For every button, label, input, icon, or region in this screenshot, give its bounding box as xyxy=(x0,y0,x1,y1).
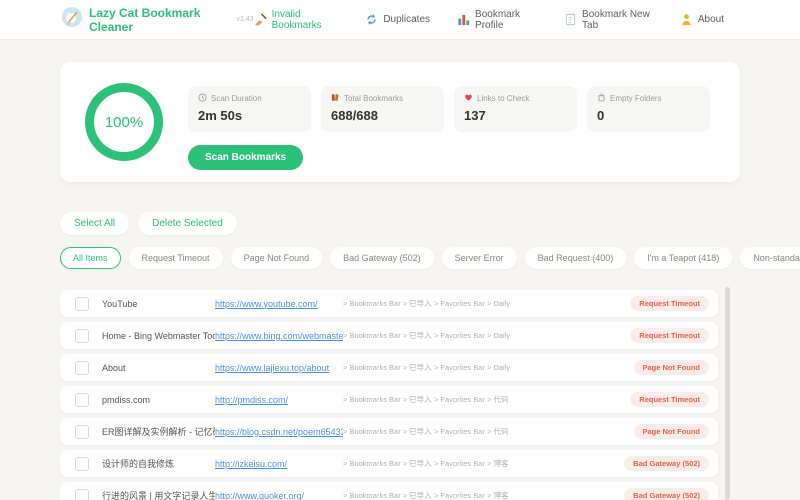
bookmark-url-link[interactable]: https://www.youtube.com/ xyxy=(215,299,343,309)
row-checkbox[interactable] xyxy=(75,424,89,439)
stat-links-to-check: Links to Check 137 xyxy=(454,86,577,132)
bulk-actions: Select All Delete Selected xyxy=(60,212,800,235)
delete-selected-button[interactable]: Delete Selected xyxy=(138,212,237,235)
scan-summary-card: 100% Scan Duration 2m 50s Total Bookmark… xyxy=(60,62,740,182)
bookmark-url-link[interactable]: https://www.bing.com/webmaster... xyxy=(215,331,343,341)
nav-label: Bookmark Profile xyxy=(475,8,521,31)
new-tab-icon xyxy=(564,13,577,26)
list-scrollbar[interactable] xyxy=(725,287,730,500)
filter-non-standard-error[interactable]: Non-standard Error (468) xyxy=(740,247,800,269)
bookmark-path: > Bookmarks Bar > 已导入 > Favorites Bar > … xyxy=(343,459,509,468)
status-badge: Request Timeout xyxy=(630,392,709,407)
filter-chips: All Items Request Timeout Page Not Found… xyxy=(60,247,800,269)
bookmark-title: 设计师的自我修炼 xyxy=(102,459,175,469)
nav-about[interactable]: About xyxy=(680,13,724,26)
stat-empty-folders: Empty Folders 0 xyxy=(587,86,710,132)
row-checkbox[interactable] xyxy=(75,328,89,343)
bookmark-path: > Bookmarks Bar > 已导入 > Favorites Bar > … xyxy=(343,363,511,372)
bookmark-path: > Bookmarks Bar > 已导入 > Favorites Bar > … xyxy=(343,299,511,308)
bookmark-list: YouTube https://www.youtube.com/ > Bookm… xyxy=(60,290,718,500)
stat-label: Total Bookmarks xyxy=(344,94,404,103)
scan-bookmarks-button[interactable]: Scan Bookmarks xyxy=(188,145,304,170)
nav-label: Bookmark New Tab xyxy=(582,8,650,31)
stat-label: Scan Duration xyxy=(211,94,262,103)
bookmark-row: About https://www.lajiexu.top/about > Bo… xyxy=(60,354,718,381)
nav-duplicates[interactable]: Duplicates xyxy=(365,13,430,26)
bookmark-row: 设计师的自我修炼 http://izkeisu.com/ > Bookmarks… xyxy=(60,450,718,477)
filter-bad-gateway[interactable]: Bad Gateway (502) xyxy=(330,247,434,269)
stat-value: 2m 50s xyxy=(198,108,243,123)
broom-icon xyxy=(254,13,267,26)
duplicates-icon xyxy=(365,13,378,26)
top-nav: Invalid Bookmarks Duplicates Bookmark Pr… xyxy=(254,9,724,31)
filter-teapot[interactable]: I'm a Teapot (418) xyxy=(634,247,733,269)
stat-label: Empty Folders xyxy=(610,94,662,103)
filter-all-items[interactable]: All Items xyxy=(60,247,121,269)
bookmark-title: pmdiss.com xyxy=(102,394,151,405)
nav-bookmark-new-tab[interactable]: Bookmark New Tab xyxy=(564,9,653,31)
row-checkbox[interactable] xyxy=(75,392,89,407)
row-checkbox[interactable] xyxy=(75,456,89,471)
stat-total-bookmarks: Total Bookmarks 688/688 xyxy=(321,86,444,132)
bookmark-url-link[interactable]: https://blog.csdn.net/poem654321... xyxy=(215,427,343,437)
bookmark-row: Home - Bing Webmaster Tools https://www.… xyxy=(60,322,718,349)
bookmark-title: YouTube xyxy=(102,298,138,309)
bookmark-row: ER图详解及实例解析 - 记忆碎片的... https://blog.csdn.… xyxy=(60,418,718,445)
nav-invalid-bookmarks[interactable]: Invalid Bookmarks xyxy=(254,9,339,31)
bookmark-row: 行进的风景 | 用文字记录人生的风景 http://www.quoker.org… xyxy=(60,482,718,500)
bookmark-url-link[interactable]: http://izkeisu.com/ xyxy=(215,459,343,469)
status-badge: Bad Gateway (502) xyxy=(624,488,709,500)
status-badge: Request Timeout xyxy=(630,296,709,311)
app-version: v1.43 xyxy=(236,16,254,23)
app-title: Lazy Cat Bookmark Cleaner xyxy=(89,5,201,34)
stat-value: 137 xyxy=(464,108,486,123)
bookmark-path: > Bookmarks Bar > 已导入 > Favorites Bar > … xyxy=(343,427,509,436)
heart-icon xyxy=(464,93,473,104)
bookmark-url-link[interactable]: https://www.lajiexu.top/about xyxy=(215,363,343,373)
trash-icon xyxy=(597,93,606,104)
bookmark-row: pmdiss.com http://pmdiss.com/ > Bookmark… xyxy=(60,386,718,413)
nav-label: Duplicates xyxy=(383,14,431,25)
bookmark-url-link[interactable]: http://pmdiss.com/ xyxy=(215,395,343,405)
status-badge: Request Timeout xyxy=(630,328,709,343)
brand: Lazy Cat Bookmark Cleaner v1.43 xyxy=(62,6,254,34)
select-all-button[interactable]: Select All xyxy=(60,212,130,235)
bookmark-path: > Bookmarks Bar > 已导入 > Favorites Bar > … xyxy=(343,331,511,340)
app-header: Lazy Cat Bookmark Cleaner v1.43 Invalid … xyxy=(0,0,800,40)
nav-label: About xyxy=(697,14,724,25)
progress-value: 100% xyxy=(104,113,144,131)
bookmark-title: About xyxy=(102,362,126,373)
row-checkbox[interactable] xyxy=(75,360,89,375)
books-icon xyxy=(331,93,340,104)
status-badge: Page Not Found xyxy=(633,360,709,375)
nav-bookmark-profile[interactable]: Bookmark Profile xyxy=(457,9,537,31)
nav-label: Invalid Bookmarks xyxy=(271,8,322,31)
stat-label: Links to Check xyxy=(477,94,530,103)
stat-value: 688/688 xyxy=(331,108,378,123)
person-icon xyxy=(680,13,693,26)
clock-icon xyxy=(198,93,207,104)
row-checkbox[interactable] xyxy=(75,488,89,500)
app-logo-icon xyxy=(62,7,82,32)
bookmark-title: Home - Bing Webmaster Tools xyxy=(102,330,215,341)
status-badge: Bad Gateway (502) xyxy=(624,456,709,471)
bar-chart-icon xyxy=(457,13,470,26)
stat-value: 0 xyxy=(597,108,605,123)
status-badge: Page Not Found xyxy=(633,424,709,439)
bookmark-url-link[interactable]: http://www.quoker.org/ xyxy=(215,491,343,500)
bookmark-row: YouTube https://www.youtube.com/ > Bookm… xyxy=(60,290,718,317)
stat-scan-duration: Scan Duration 2m 50s xyxy=(188,86,311,132)
bookmark-path: > Bookmarks Bar > 已导入 > Favorites Bar > … xyxy=(343,395,509,404)
filter-bad-request[interactable]: Bad Request (400) xyxy=(524,247,627,269)
stats-row: Scan Duration 2m 50s Total Bookmarks 688… xyxy=(188,86,710,132)
filter-server-error[interactable]: Server Error xyxy=(441,247,517,269)
bookmark-title: 行进的风景 | 用文字记录人生的风景 xyxy=(102,491,215,500)
filter-request-timeout[interactable]: Request Timeout xyxy=(128,247,223,269)
row-checkbox[interactable] xyxy=(75,296,89,311)
bookmark-title: ER图详解及实例解析 - 记忆碎片的... xyxy=(102,427,215,437)
filter-page-not-found[interactable]: Page Not Found xyxy=(230,247,323,269)
bookmark-path: > Bookmarks Bar > 已导入 > Favorites Bar > … xyxy=(343,491,509,500)
progress-ring: 100% xyxy=(85,83,163,161)
